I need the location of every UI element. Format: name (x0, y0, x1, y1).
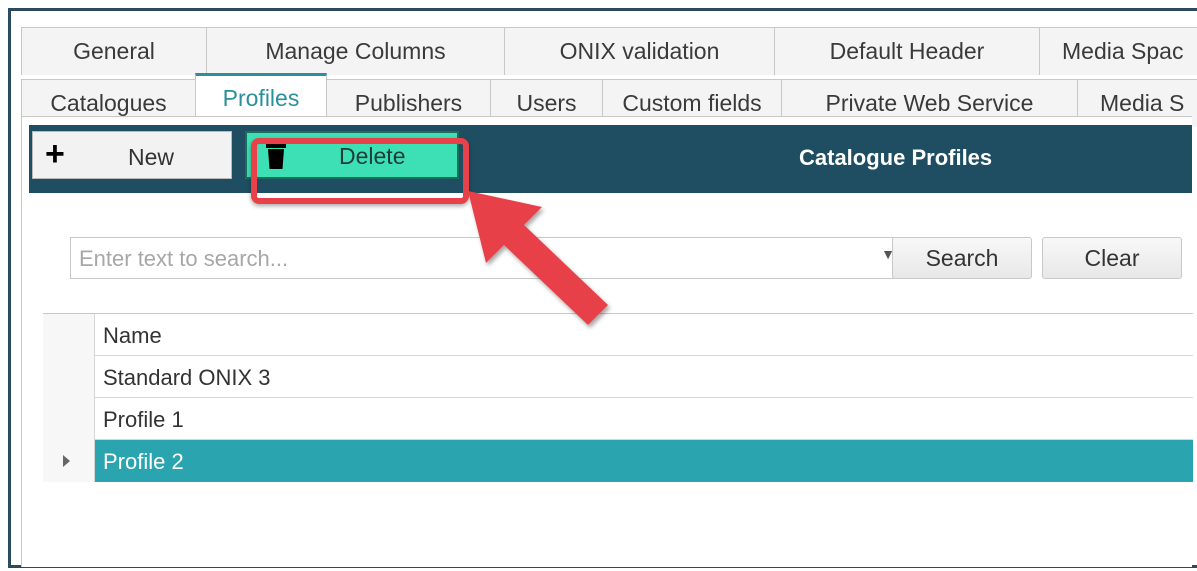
new-button-label: New (128, 144, 175, 170)
toolbar: + New Delete Catalogue Profiles (29, 125, 1192, 193)
row-gutter (43, 398, 95, 440)
new-button[interactable]: + New (32, 131, 232, 179)
tab-general[interactable]: General (21, 27, 207, 75)
callout-arrow-icon (468, 191, 608, 325)
table-row[interactable]: Standard ONIX 3 (43, 356, 1193, 398)
tab-default-header[interactable]: Default Header (774, 27, 1040, 75)
plus-icon: + (45, 135, 65, 173)
selected-row-highlight (95, 440, 1193, 482)
search-button[interactable]: Search (892, 237, 1032, 279)
row-name-cell[interactable]: Standard ONIX 3 (103, 365, 271, 391)
delete-highlight-box (251, 138, 469, 204)
tab-onix-validation[interactable]: ONIX validation (504, 27, 775, 75)
row-gutter (43, 356, 95, 398)
tab-media-space[interactable]: Media Spac (1039, 27, 1197, 75)
table-row-selected[interactable]: Profile 2 (43, 440, 1193, 482)
table-row[interactable]: Profile 1 (43, 398, 1193, 440)
row-name-cell[interactable]: Profile 1 (103, 407, 184, 433)
column-header-name[interactable]: Name (103, 323, 162, 349)
panel-title: Catalogue Profiles (799, 145, 993, 170)
tab-row-top: General Manage Columns ONIX validation D… (21, 27, 1197, 75)
clear-button[interactable]: Clear (1042, 237, 1182, 279)
row-gutter (43, 440, 95, 482)
tab-manage-columns[interactable]: Manage Columns (206, 27, 505, 75)
row-gutter (43, 314, 95, 356)
profiles-panel: + New Delete Catalogue Profiles Enter te… (21, 116, 1193, 567)
search-placeholder: Enter text to search... (79, 246, 289, 271)
row-pointer-icon (63, 455, 70, 467)
row-name-cell[interactable]: Profile 2 (103, 449, 184, 475)
profiles-grid: Name Standard ONIX 3 Profile 1 Profile 2 (43, 313, 1193, 482)
